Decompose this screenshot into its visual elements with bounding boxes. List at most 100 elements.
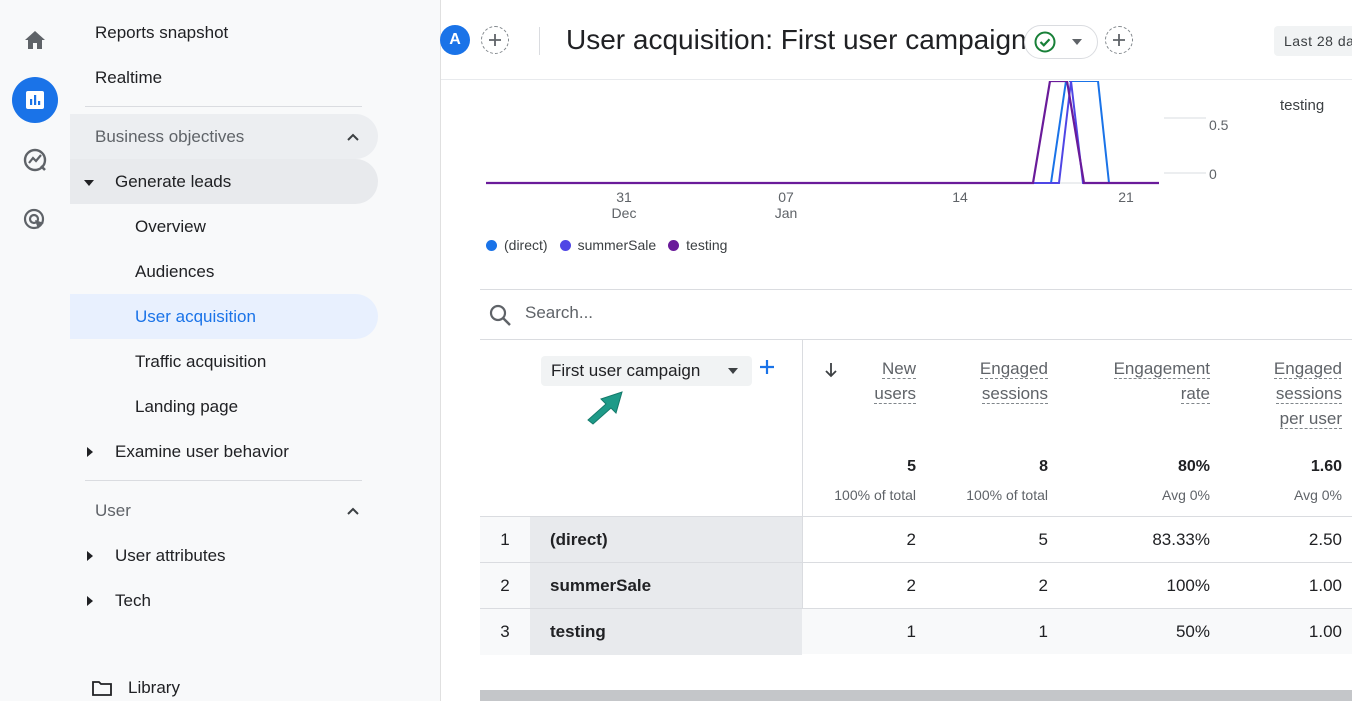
- col-header-line: per user: [1279, 409, 1342, 429]
- caret-down-icon: [728, 368, 738, 374]
- report-status-dropdown[interactable]: [1024, 25, 1098, 59]
- advertising-icon[interactable]: [12, 197, 58, 243]
- cell-engagement-rate: 50%: [1175, 622, 1210, 641]
- nav-examine-user-behavior[interactable]: Examine user behavior: [70, 429, 378, 474]
- col-header-line: New: [881, 359, 916, 379]
- nav-label: User attributes: [115, 545, 226, 565]
- row-number: 1: [480, 517, 530, 563]
- report-header: A User acquisition: First user campaign …: [440, 0, 1352, 80]
- horizontal-scrollbar[interactable]: [480, 690, 1352, 701]
- caret-down-icon: [1072, 39, 1082, 45]
- nav-reports-snapshot[interactable]: Reports snapshot: [70, 10, 378, 55]
- row-dimension: testing: [530, 609, 802, 655]
- cell-engagement-rate: 100%: [1166, 576, 1210, 595]
- total-engagement-rate-sub: Avg 0%: [1162, 487, 1210, 503]
- x-tick-31: 31: [616, 189, 632, 205]
- nav-label: Traffic acquisition: [135, 351, 267, 371]
- x-tick-07: 07: [778, 189, 794, 205]
- search-input[interactable]: [525, 303, 925, 323]
- nav-label: Generate leads: [115, 171, 232, 191]
- x-tick-21: 21: [1118, 189, 1134, 205]
- caret-down-icon: [84, 179, 94, 186]
- nav-overview[interactable]: Overview: [70, 204, 378, 249]
- x-tick-14: 14: [952, 189, 968, 205]
- add-dimension-button[interactable]: [759, 359, 775, 375]
- add-card-button[interactable]: [1105, 26, 1133, 54]
- date-range-picker[interactable]: Last 28 days: [1274, 26, 1352, 56]
- nav-label: Library: [128, 677, 180, 697]
- section-label: Business objectives: [95, 126, 245, 146]
- plus-icon: [489, 34, 501, 46]
- nav-divider: [85, 106, 362, 107]
- total-engaged-per-user-sub: Avg 0%: [1294, 487, 1342, 503]
- chart-legend: (direct) summerSale testing: [486, 237, 739, 253]
- search-icon: [489, 304, 511, 326]
- sort-down-icon[interactable]: [824, 362, 838, 378]
- legend-dot: [559, 239, 571, 251]
- nav-section-business-objectives[interactable]: Business objectives: [70, 114, 378, 159]
- x-tick-jan: Jan: [775, 205, 798, 221]
- row-dimension: summerSale: [530, 563, 802, 609]
- nav-audiences[interactable]: Audiences: [70, 249, 378, 294]
- line-chart: 0.5 0 31 Dec 07 Jan 14 21: [486, 81, 1229, 221]
- col-new-users[interactable]: New users: [856, 356, 916, 406]
- series-direct-line: [486, 81, 1067, 184]
- dimension-dropdown[interactable]: First user campaign: [541, 356, 752, 386]
- cell-new-users: 1: [906, 622, 916, 641]
- nav-generate-leads[interactable]: Generate leads: [70, 159, 378, 204]
- reports-icon[interactable]: [12, 77, 58, 123]
- legend-item-direct[interactable]: (direct): [486, 237, 548, 253]
- col-engaged-sessions[interactable]: Engaged sessions: [950, 356, 1048, 406]
- row-dimension: (direct): [530, 517, 802, 563]
- cell-engaged-per-user: 2.50: [1308, 530, 1342, 549]
- folder-icon: [92, 680, 112, 696]
- caret-right-icon: [87, 595, 93, 606]
- total-engaged-per-user: 1.60: [1310, 458, 1342, 475]
- nav-label: Overview: [135, 216, 206, 236]
- nav-section-user[interactable]: User: [70, 488, 378, 533]
- col-header-line: sessions: [1275, 384, 1342, 404]
- nav-traffic-acquisition[interactable]: Traffic acquisition: [70, 339, 378, 384]
- series-side-label: testing: [1280, 97, 1325, 114]
- comparison-avatar[interactable]: A: [440, 25, 470, 55]
- total-engaged-sessions: 8: [1039, 458, 1048, 475]
- table-row[interactable]: 1 (direct) 2 5 83.33% 2.50: [480, 516, 1352, 563]
- total-new-users: 5: [907, 458, 916, 475]
- nav-user-attributes[interactable]: User attributes: [70, 533, 378, 578]
- col-header-line: Engagement: [1113, 359, 1210, 379]
- pointer-arrow-icon: [587, 391, 623, 425]
- table-row[interactable]: 2 summerSale 2 2 100% 1.00: [480, 562, 1352, 609]
- header-divider: [539, 27, 540, 55]
- col-engagement-rate[interactable]: Engagement rate: [1092, 356, 1210, 406]
- page-title: User acquisition: First user campaign: [566, 24, 1027, 55]
- table-row[interactable]: 3 testing 1 1 50% 1.00: [480, 608, 1352, 655]
- col-header-line: rate: [1180, 384, 1210, 404]
- cell-engagement-rate: 83.33%: [1152, 530, 1210, 549]
- row-number: 2: [480, 563, 530, 609]
- date-range-label: Last 28 days: [1284, 33, 1352, 49]
- nav-tech[interactable]: Tech: [70, 578, 378, 623]
- total-new-users-sub: 100% of total: [834, 487, 916, 503]
- nav-divider: [85, 480, 362, 481]
- plus-icon: [1113, 34, 1125, 46]
- nav-landing-page[interactable]: Landing page: [70, 384, 378, 429]
- explore-icon[interactable]: [12, 137, 58, 183]
- caret-right-icon: [87, 550, 93, 561]
- nav-user-acquisition[interactable]: User acquisition: [70, 294, 378, 339]
- table-search-bar: [480, 289, 1352, 340]
- legend-item-summersale[interactable]: summerSale: [559, 237, 657, 253]
- section-label: User: [95, 500, 131, 520]
- add-comparison-button[interactable]: [481, 26, 509, 54]
- nav-library[interactable]: Library: [70, 665, 378, 701]
- home-icon[interactable]: [12, 17, 58, 63]
- nav-label: Tech: [115, 590, 151, 610]
- cell-engaged-sessions: 2: [1038, 576, 1048, 595]
- col-engaged-sessions-per-user[interactable]: Engaged sessions per user: [1240, 356, 1342, 431]
- check-circle-icon: [1034, 31, 1056, 53]
- cell-new-users: 2: [906, 576, 916, 595]
- nav-label: Realtime: [95, 67, 163, 87]
- nav-label: Examine user behavior: [115, 441, 289, 461]
- legend-label: summerSale: [577, 237, 657, 253]
- nav-realtime[interactable]: Realtime: [70, 55, 378, 100]
- legend-item-testing[interactable]: testing: [668, 237, 727, 253]
